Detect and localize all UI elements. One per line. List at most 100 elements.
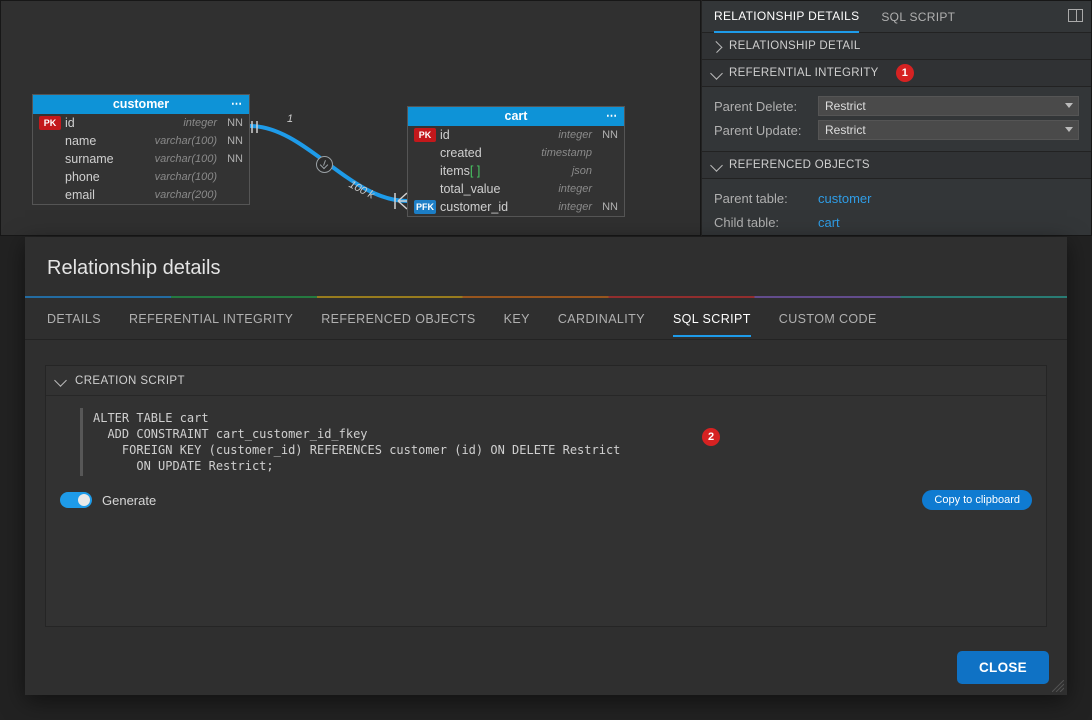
column-nn: NN bbox=[221, 153, 243, 165]
er-canvas[interactable]: 1 100 k customer ⋯ PK id integer NN name… bbox=[0, 0, 701, 236]
column-row[interactable]: created timestamp bbox=[408, 144, 624, 162]
column-name: total_value bbox=[440, 182, 510, 196]
column-nn: NN bbox=[221, 135, 243, 147]
layout-toggle-icon[interactable] bbox=[1068, 9, 1083, 22]
column-type: integer bbox=[514, 201, 592, 213]
parent-update-select[interactable]: Restrict bbox=[818, 120, 1079, 140]
section-title: RELATIONSHIP DETAIL bbox=[729, 40, 861, 52]
key-badge bbox=[414, 182, 436, 196]
chevron-down-icon bbox=[712, 69, 721, 78]
referenced-objects-body: Parent table: customer Child table: cart bbox=[702, 179, 1091, 243]
column-row[interactable]: email varchar(200) bbox=[33, 186, 249, 204]
column-type: varchar(100) bbox=[139, 153, 217, 165]
column-name: name bbox=[65, 134, 135, 148]
chevron-right-icon bbox=[712, 42, 721, 51]
pfk-badge: PFK bbox=[414, 200, 436, 214]
parent-table-label: Parent table: bbox=[714, 191, 808, 206]
column-type: integer bbox=[514, 129, 592, 141]
entity-header[interactable]: customer ⋯ bbox=[33, 95, 249, 114]
column-nn: NN bbox=[221, 117, 243, 129]
generate-toggle[interactable] bbox=[60, 492, 92, 508]
entity-header[interactable]: cart ⋯ bbox=[408, 107, 624, 126]
array-icon: [ ] bbox=[470, 164, 480, 178]
key-badge bbox=[414, 146, 436, 160]
side-tabs: RELATIONSHIP DETAILS SQL SCRIPT bbox=[702, 1, 1091, 33]
modal-footer: CLOSE bbox=[25, 639, 1067, 695]
entity-title: customer bbox=[113, 97, 169, 111]
tab-custom-code[interactable]: CUSTOM CODE bbox=[779, 301, 877, 337]
column-row[interactable]: PK id integer NN bbox=[33, 114, 249, 132]
parent-delete-label: Parent Delete: bbox=[714, 99, 808, 114]
column-name: created bbox=[440, 146, 510, 160]
pk-badge: PK bbox=[39, 116, 61, 130]
section-referential-integrity[interactable]: REFERENTIAL INTEGRITY 1 bbox=[702, 60, 1091, 87]
tab-referential-integrity[interactable]: REFERENTIAL INTEGRITY bbox=[129, 301, 293, 337]
column-row[interactable]: name varchar(100) NN bbox=[33, 132, 249, 150]
column-type: json bbox=[514, 165, 592, 177]
column-type: varchar(100) bbox=[139, 135, 217, 147]
tab-referenced-objects[interactable]: REFERENCED OBJECTS bbox=[321, 301, 475, 337]
parent-table-link[interactable]: customer bbox=[818, 191, 871, 206]
annotation-badge-2: 2 bbox=[702, 428, 720, 446]
column-type: varchar(100) bbox=[139, 171, 217, 183]
chevron-down-icon bbox=[1065, 103, 1073, 108]
parent-delete-select[interactable]: Restrict bbox=[818, 96, 1079, 116]
key-badge bbox=[39, 134, 61, 148]
column-name: id bbox=[440, 128, 510, 142]
column-row[interactable]: PK id integer NN bbox=[408, 126, 624, 144]
sql-code-block[interactable]: ALTER TABLE cart ADD CONSTRAINT cart_cus… bbox=[80, 408, 1034, 476]
chevron-down-icon bbox=[56, 376, 65, 385]
entity-menu-icon[interactable]: ⋯ bbox=[606, 107, 618, 126]
chevron-down-icon bbox=[1065, 127, 1073, 132]
column-type: varchar(200) bbox=[139, 189, 217, 201]
section-relationship-detail[interactable]: RELATIONSHIP DETAIL bbox=[702, 33, 1091, 60]
section-title: REFERENCED OBJECTS bbox=[729, 159, 870, 171]
column-name: items[ ] bbox=[440, 164, 510, 178]
copy-to-clipboard-button[interactable]: Copy to clipboard bbox=[922, 490, 1032, 510]
entity-title: cart bbox=[505, 109, 528, 123]
key-badge bbox=[39, 170, 61, 184]
section-referenced-objects[interactable]: REFERENCED OBJECTS bbox=[702, 152, 1091, 179]
close-button[interactable]: CLOSE bbox=[957, 651, 1049, 684]
pk-badge: PK bbox=[414, 128, 436, 142]
column-type: timestamp bbox=[514, 147, 592, 159]
column-name: customer_id bbox=[440, 200, 510, 214]
child-table-link[interactable]: cart bbox=[818, 215, 840, 230]
creation-script-title: CREATION SCRIPT bbox=[75, 375, 185, 387]
tab-cardinality[interactable]: CARDINALITY bbox=[558, 301, 645, 337]
relation-left-cardinality: 1 bbox=[287, 113, 293, 125]
select-value: Restrict bbox=[825, 99, 866, 113]
chevron-down-icon bbox=[712, 161, 721, 170]
referential-integrity-body: Parent Delete: Restrict Parent Update: R… bbox=[702, 87, 1091, 152]
column-name: id bbox=[65, 116, 135, 130]
tab-key[interactable]: KEY bbox=[504, 301, 530, 337]
relationship-details-modal: Relationship details DETAILS REFERENTIAL… bbox=[25, 237, 1067, 695]
modal-title: Relationship details bbox=[25, 237, 1067, 296]
column-row[interactable]: PFK customer_id integer NN bbox=[408, 198, 624, 216]
key-badge bbox=[414, 164, 436, 178]
column-row[interactable]: total_value integer bbox=[408, 180, 624, 198]
relation-clock-icon[interactable] bbox=[316, 156, 333, 173]
tab-sql-script[interactable]: SQL SCRIPT bbox=[673, 301, 751, 337]
tab-sql-script[interactable]: SQL SCRIPT bbox=[881, 1, 955, 33]
entity-cart[interactable]: cart ⋯ PK id integer NN created timestam… bbox=[407, 106, 625, 217]
column-type: integer bbox=[514, 183, 592, 195]
column-row[interactable]: items[ ] json bbox=[408, 162, 624, 180]
tab-details[interactable]: DETAILS bbox=[47, 301, 101, 337]
column-nn: NN bbox=[596, 201, 618, 213]
tab-relationship-details[interactable]: RELATIONSHIP DETAILS bbox=[714, 1, 859, 33]
resize-handle-icon[interactable] bbox=[1052, 680, 1064, 692]
section-title: REFERENTIAL INTEGRITY bbox=[729, 67, 879, 79]
entity-customer[interactable]: customer ⋯ PK id integer NN name varchar… bbox=[32, 94, 250, 205]
rainbow-divider bbox=[25, 296, 1067, 298]
creation-script-header[interactable]: CREATION SCRIPT bbox=[46, 366, 1046, 396]
column-nn: NN bbox=[596, 129, 618, 141]
column-name: email bbox=[65, 188, 135, 202]
column-row[interactable]: surname varchar(100) NN bbox=[33, 150, 249, 168]
entity-menu-icon[interactable]: ⋯ bbox=[231, 95, 243, 114]
side-panel: RELATIONSHIP DETAILS SQL SCRIPT RELATION… bbox=[702, 0, 1092, 236]
key-badge bbox=[39, 152, 61, 166]
column-name: phone bbox=[65, 170, 135, 184]
column-row[interactable]: phone varchar(100) bbox=[33, 168, 249, 186]
child-table-label: Child table: bbox=[714, 215, 808, 230]
